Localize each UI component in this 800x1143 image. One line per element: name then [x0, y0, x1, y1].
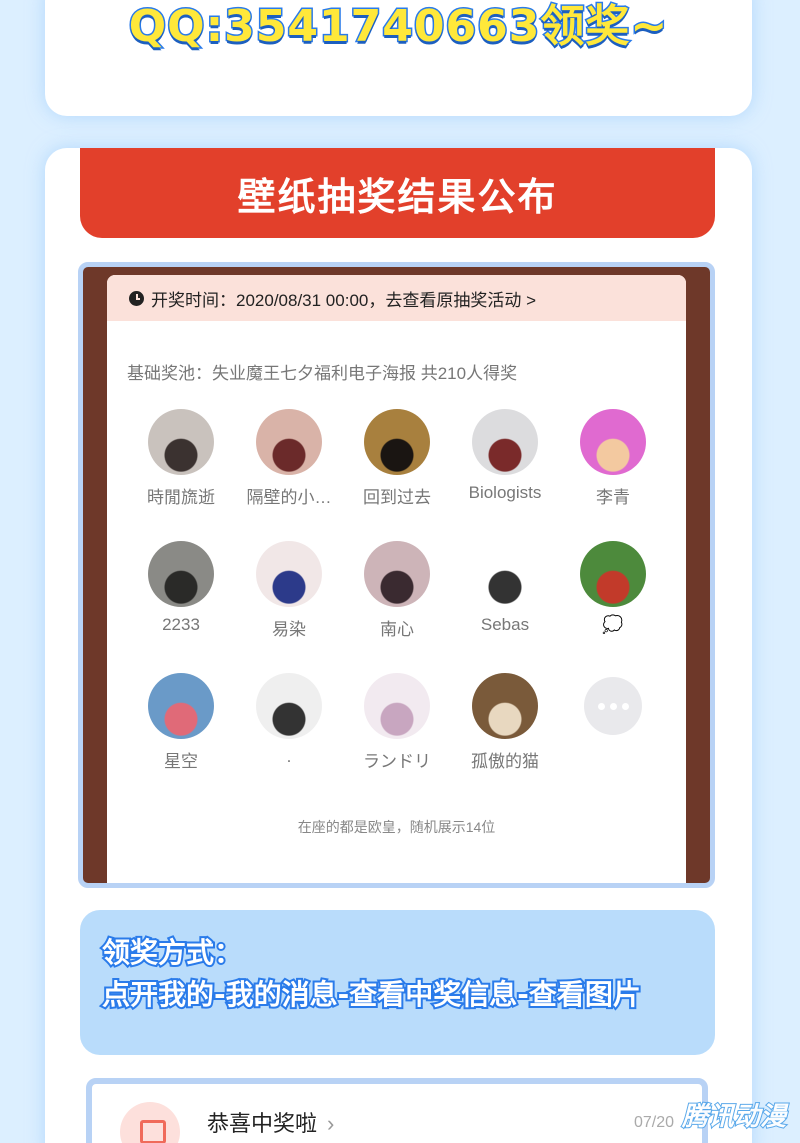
draw-time-label: 开奖时间：2020/08/31 00:00，去查看原抽奖活动 > — [151, 290, 536, 310]
dot — [621, 702, 629, 710]
winner-item[interactable]: 時閒旒逝 — [127, 409, 235, 508]
dot — [609, 702, 617, 710]
winner-item[interactable]: . — [235, 673, 343, 767]
qq-card: QQ:3541740663领奖~ — [45, 0, 752, 116]
winner-item[interactable]: 💭 — [559, 541, 667, 635]
clock-icon — [129, 290, 144, 306]
draw-time-link[interactable]: 开奖时间：2020/08/31 00:00，去查看原抽奖活动 > — [107, 275, 686, 321]
winner-item[interactable]: 孤傲的猫 — [451, 673, 559, 772]
gift-icon — [120, 1102, 180, 1143]
winner-name: 易染 — [272, 620, 306, 639]
message-title: 恭喜中奖啦 › — [207, 1106, 334, 1138]
winner-avatar — [364, 673, 430, 739]
winner-avatar — [148, 409, 214, 475]
more-icon — [584, 677, 642, 735]
winner-item[interactable]: 2233 — [127, 541, 235, 635]
winners-footnote: 在座的都是欧皇，随机展示14位 — [297, 819, 496, 835]
winner-name: 南心 — [380, 620, 414, 639]
winner-item[interactable]: 星空 — [127, 673, 235, 772]
winner-name: Biologists — [468, 483, 542, 502]
winner-name: 孤傲的猫 — [471, 752, 539, 771]
dot — [597, 702, 605, 710]
winner-avatar — [256, 409, 322, 475]
lottery-screenshot: 开奖时间：2020/08/31 00:00，去查看原抽奖活动 > 基础奖池：失业… — [78, 262, 715, 888]
winner-name: 李青 — [596, 488, 630, 507]
winner-item[interactable]: Sebas — [451, 541, 559, 635]
winner-item[interactable]: Biologists — [451, 409, 559, 503]
winner-name: 時閒旒逝 — [147, 488, 215, 507]
winner-avatar — [148, 673, 214, 739]
winner-item[interactable]: ランドリ — [343, 673, 451, 772]
winner-name: 💭 — [602, 615, 624, 634]
winner-item[interactable]: 李青 — [559, 409, 667, 508]
prize-pool-label: 基础奖池：失业魔王七夕福利电子海报 共210人得奖 — [127, 364, 518, 383]
message-preview[interactable]: 恭喜中奖啦 › 07/20 — [86, 1078, 708, 1143]
winner-item[interactable]: 隔壁的小… — [235, 409, 343, 508]
more-winners-button[interactable] — [559, 673, 667, 735]
watermark-logo: 腾讯动漫 — [681, 1101, 787, 1133]
winner-name: 星空 — [164, 752, 198, 771]
claim-title: 领奖方式： — [100, 934, 244, 971]
winner-avatar — [580, 541, 646, 607]
claim-instructions: 领奖方式： 点开我的-我的消息-查看中奖信息-查看图片 — [80, 910, 715, 1055]
winner-avatar — [256, 673, 322, 739]
qq-contact-text: QQ:3541740663领奖~ — [127, 0, 669, 54]
winner-name: 隔壁的小… — [246, 488, 332, 507]
winner-name: 回到过去 — [363, 488, 431, 507]
winner-avatar — [472, 673, 538, 739]
results-banner: 壁纸抽奖结果公布 — [80, 148, 715, 238]
message-date: 07/20 — [633, 1114, 674, 1131]
winner-avatar — [580, 409, 646, 475]
winner-avatar — [256, 541, 322, 607]
winner-item[interactable]: 回到过去 — [343, 409, 451, 508]
lottery-panel: 开奖时间：2020/08/31 00:00，去查看原抽奖活动 > 基础奖池：失业… — [107, 275, 686, 883]
winner-avatar — [364, 409, 430, 475]
winner-item[interactable]: 易染 — [235, 541, 343, 640]
winner-name: 2233 — [162, 615, 200, 634]
winner-avatar — [148, 541, 214, 607]
winner-avatar — [364, 541, 430, 607]
winner-name: . — [286, 747, 292, 766]
winner-name: Sebas — [480, 615, 530, 634]
message-title-text: 恭喜中奖啦 — [207, 1111, 318, 1136]
winner-avatar — [472, 541, 538, 607]
winner-item[interactable]: 南心 — [343, 541, 451, 640]
winner-name: ランドリ — [363, 752, 431, 771]
chevron-right-icon: › — [327, 1111, 335, 1136]
winner-avatar — [472, 409, 538, 475]
claim-steps: 点开我的-我的消息-查看中奖信息-查看图片 — [100, 976, 643, 1013]
